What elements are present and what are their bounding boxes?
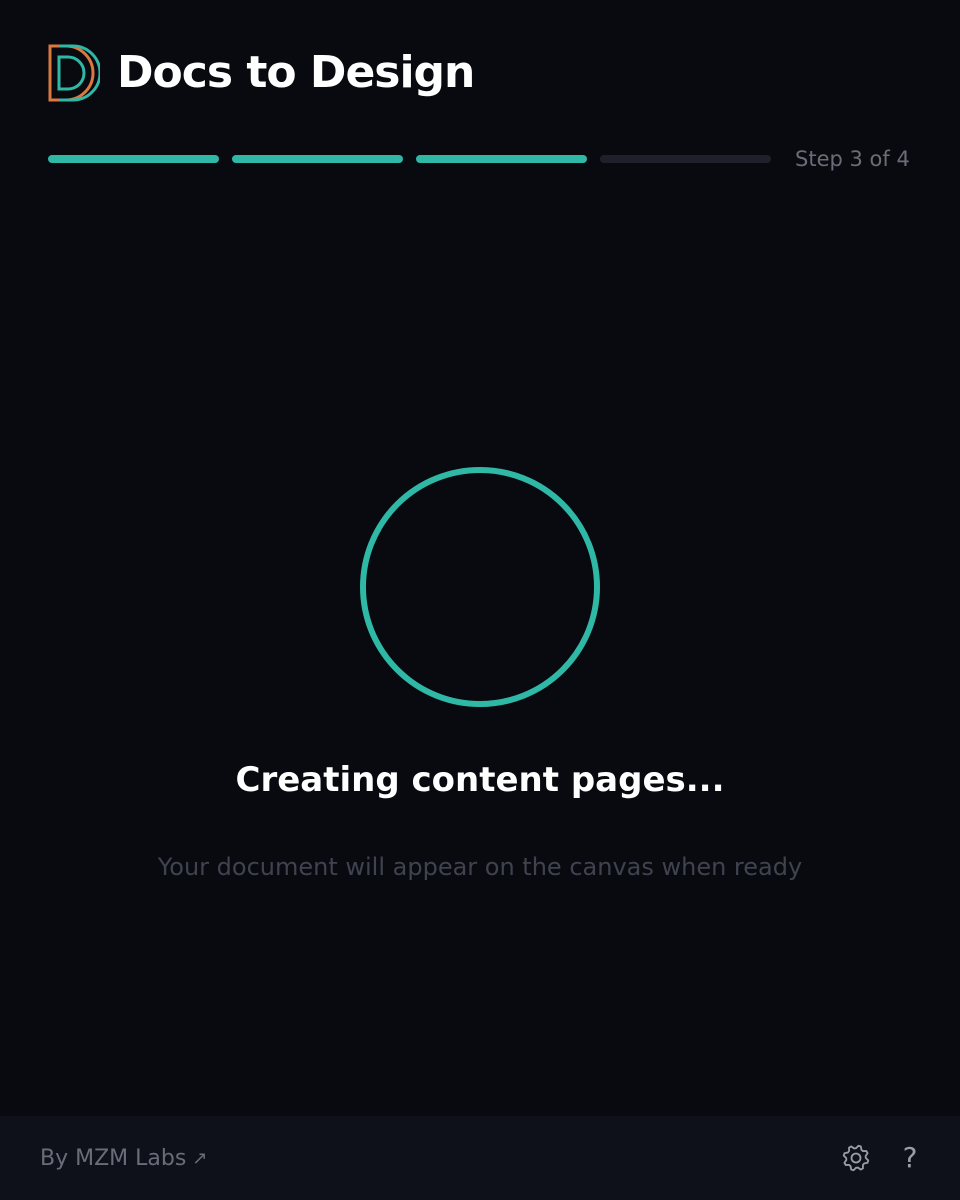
step-label: Step 3 of 4 <box>795 147 910 171</box>
credit-text: By MZM Labs <box>40 1145 187 1171</box>
progress-segment-1 <box>48 155 219 163</box>
progress-segment-2 <box>232 155 403 163</box>
status-title: Creating content pages... <box>235 760 725 800</box>
spinner-ring <box>360 467 600 707</box>
progress-segment-4 <box>600 155 771 163</box>
app-title: Docs to Design <box>117 47 475 98</box>
status-subtitle: Your document will appear on the canvas … <box>157 853 803 881</box>
external-link-icon: ↗ <box>192 1147 208 1169</box>
credit-link[interactable]: By MZM Labs ↗ <box>40 1141 207 1175</box>
help-button[interactable]: ? <box>893 1141 927 1175</box>
d-logo-icon <box>48 44 100 102</box>
plugin-window: Docs to Design Step 3 of 4 Creating cont… <box>0 0 960 1200</box>
progress-segment-3 <box>416 155 587 163</box>
loading-spinner <box>360 467 600 707</box>
step-progress: Step 3 of 4 <box>48 147 912 171</box>
settings-button[interactable] <box>839 1141 873 1175</box>
footer: By MZM Labs ↗ ? <box>0 1116 960 1200</box>
gear-icon <box>842 1144 870 1172</box>
header: Docs to Design <box>48 44 475 102</box>
